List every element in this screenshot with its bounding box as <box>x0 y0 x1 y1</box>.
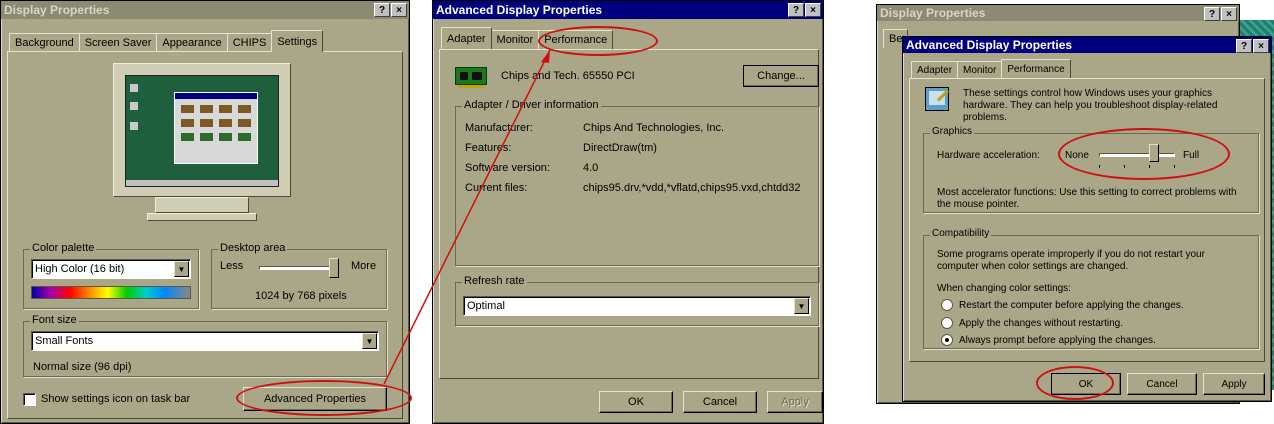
display-properties-window: Display Properties ? × Background Screen… <box>0 0 410 424</box>
tab-settings[interactable]: Settings <box>271 30 324 52</box>
desktop-area-resolution: 1024 by 768 pixels <box>255 290 347 302</box>
refresh-rate-value: Optimal <box>467 300 505 312</box>
info-value-features: DirectDraw(tm) <box>583 142 657 154</box>
tab-strip: Adapter Monitor Performance <box>911 59 1071 78</box>
annotation-circle-hw-acceleration <box>1058 128 1230 180</box>
close-button[interactable]: × <box>1221 7 1237 21</box>
title-bar: Display Properties ? × <box>1 1 409 19</box>
apply-button[interactable]: Apply <box>767 391 823 413</box>
font-size-select[interactable]: Small Fonts ▼ <box>31 331 379 351</box>
cancel-button[interactable]: Cancel <box>1127 373 1197 395</box>
annotation-circle-advanced <box>236 380 412 416</box>
tab-background[interactable]: Background <box>9 33 80 52</box>
adapter-name: Chips and Tech. 65550 PCI <box>501 70 635 82</box>
hw-acceleration-description: Most accelerator functions: Use this set… <box>937 187 1237 210</box>
tab-screen-saver[interactable]: Screen Saver <box>78 33 158 52</box>
window-title: Advanced Display Properties <box>906 38 1073 52</box>
info-label-features: Features: <box>465 142 512 154</box>
compatibility-label: Compatibility <box>930 228 992 239</box>
desktop-area-slider[interactable] <box>259 257 339 279</box>
chevron-down-icon[interactable]: ▼ <box>362 333 377 349</box>
color-palette-select[interactable]: High Color (16 bit) ▼ <box>31 259 191 279</box>
apply-label: Apply <box>781 396 809 408</box>
apply-label: Apply <box>1221 378 1247 390</box>
advanced-display-properties-performance-window: Advanced Display Properties ? × Adapter … <box>902 36 1272 402</box>
cancel-label: Cancel <box>702 396 738 408</box>
color-palette-value: High Color (16 bit) <box>35 263 125 275</box>
graphics-label: Graphics <box>930 126 975 137</box>
title-bar: Advanced Display Properties ? × <box>433 1 823 19</box>
desktop-preview <box>125 75 279 187</box>
back-title-bar: Display Properties ? × <box>877 5 1239 21</box>
title-bar: Advanced Display Properties ? × <box>903 37 1271 53</box>
annotation-circle-performance-tab <box>538 26 658 56</box>
tab-monitor[interactable]: Monitor <box>490 30 540 49</box>
apply-button[interactable]: Apply <box>1203 373 1265 395</box>
annotation-circle-ok <box>1036 366 1114 400</box>
show-settings-icon-checkbox[interactable] <box>23 393 36 406</box>
always-prompt-label: Always prompt before applying the change… <box>959 335 1156 346</box>
cancel-button[interactable]: Cancel <box>683 391 757 413</box>
color-palette-group: Color palette <box>23 242 199 309</box>
tab-adapter[interactable]: Adapter <box>441 27 492 49</box>
help-button[interactable]: ? <box>788 3 804 17</box>
change-button[interactable]: Change... <box>743 65 819 87</box>
help-button[interactable]: ? <box>374 3 390 17</box>
tab-strip: Background Screen Saver Appearance CHIPS… <box>9 30 324 52</box>
window-title: Display Properties <box>4 3 110 17</box>
tab-monitor[interactable]: Monitor <box>957 61 1003 78</box>
close-button[interactable]: × <box>1253 39 1269 53</box>
show-settings-icon-label: Show settings icon on task bar <box>41 393 191 405</box>
monitor-performance-icon <box>925 87 950 111</box>
ok-label: OK <box>628 396 644 408</box>
help-button[interactable]: ? <box>1204 7 1220 21</box>
info-value-software-version: 4.0 <box>583 162 599 174</box>
info-value-current-files: chips95.drv,*vdd,*vflatd,chips95.vxd,cht… <box>583 182 801 194</box>
info-label-current-files: Current files: <box>465 182 528 194</box>
performance-intro: These settings control how Windows uses … <box>963 88 1218 123</box>
color-spectrum-bar <box>31 286 191 299</box>
help-button[interactable]: ? <box>1236 39 1252 53</box>
change-button-label: Change... <box>757 70 805 82</box>
apply-without-restart-label: Apply the changes without restarting. <box>959 318 1123 329</box>
compatibility-description: Some programs operate improperly if you … <box>937 249 1205 272</box>
font-size-value: Small Fonts <box>35 335 94 347</box>
info-label-manufacturer: Manufacturer: <box>465 122 533 134</box>
apply-without-restart-radio[interactable] <box>941 317 953 329</box>
always-prompt-radio[interactable] <box>941 334 953 346</box>
chevron-down-icon[interactable]: ▼ <box>174 261 189 277</box>
chevron-down-icon[interactable]: ▼ <box>794 298 809 314</box>
info-value-manufacturer: Chips And Technologies, Inc. <box>583 122 725 134</box>
color-palette-label: Color palette <box>30 242 97 254</box>
adapter-driver-info-label: Adapter / Driver information <box>462 99 601 111</box>
info-label-software-version: Software version: <box>465 162 550 174</box>
tab-performance[interactable]: Performance <box>1001 59 1071 78</box>
tab-appearance[interactable]: Appearance <box>156 33 228 52</box>
refresh-rate-select[interactable]: Optimal ▼ <box>463 296 811 316</box>
window-title: Advanced Display Properties <box>436 3 603 17</box>
restart-computer-label: Restart the computer before applying the… <box>959 300 1184 311</box>
tab-chips[interactable]: CHIPS <box>226 33 273 52</box>
restart-computer-radio[interactable] <box>941 299 953 311</box>
when-changing-label: When changing color settings: <box>937 283 1071 294</box>
cancel-label: Cancel <box>1146 378 1178 390</box>
monitor-preview-icon <box>113 63 291 228</box>
close-button[interactable]: × <box>805 3 821 17</box>
tab-adapter[interactable]: Adapter <box>911 61 959 78</box>
ok-button[interactable]: OK <box>599 391 673 413</box>
graphics-card-icon <box>455 67 487 88</box>
back-window-title: Display Properties <box>880 6 986 20</box>
font-size-label: Font size <box>30 314 79 326</box>
desktop-area-more: More <box>351 260 377 272</box>
font-size-note: Normal size (96 dpi) <box>33 361 132 373</box>
desktop-area-label: Desktop area <box>218 242 288 254</box>
refresh-rate-label: Refresh rate <box>462 275 527 287</box>
desktop-area-less: Less <box>220 260 244 272</box>
hw-acceleration-label: Hardware acceleration: <box>937 150 1040 161</box>
desktop-area-slider-thumb[interactable] <box>329 258 339 278</box>
close-button[interactable]: × <box>391 3 407 17</box>
advanced-display-properties-window: Advanced Display Properties ? × Adapter … <box>432 0 824 424</box>
